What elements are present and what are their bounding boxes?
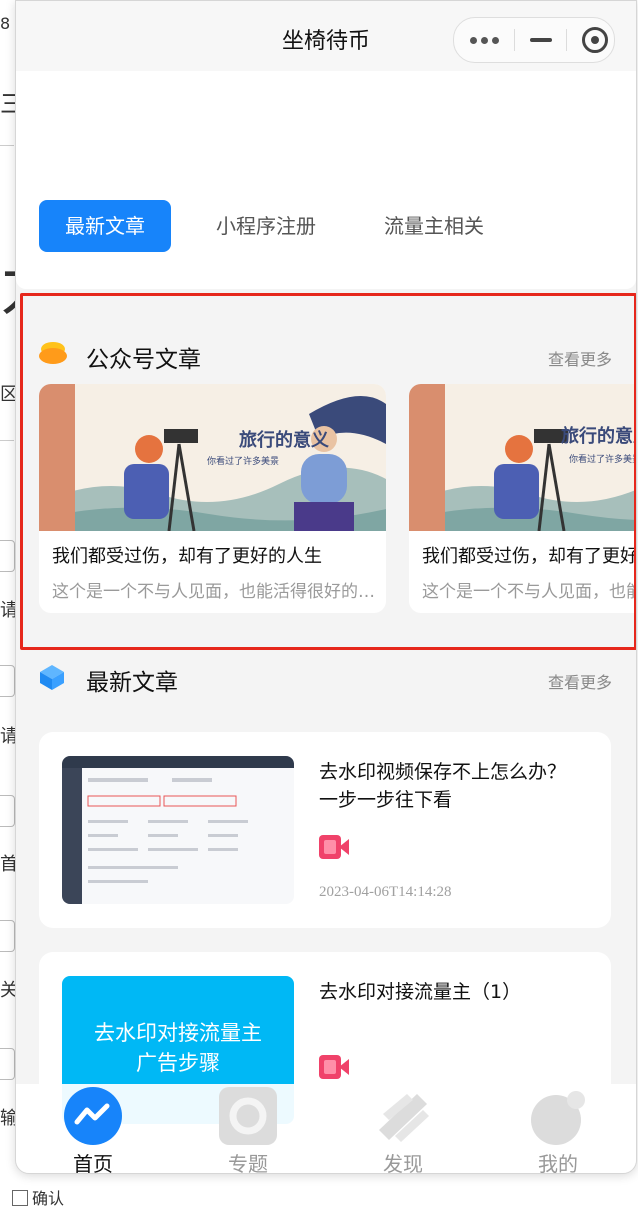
tabbar-label: 专题 (228, 1152, 268, 1174)
minimize-icon[interactable] (530, 38, 552, 42)
discover-icon (379, 1094, 429, 1142)
tabbar-item-topic[interactable]: 专题 (188, 1084, 308, 1173)
video-icon (319, 1055, 349, 1079)
tab-mini-program-register[interactable]: 小程序注册 (196, 200, 336, 252)
tab-latest-articles[interactable]: 最新文章 (39, 200, 171, 252)
more-icon[interactable] (470, 37, 502, 45)
profile-icon (531, 1091, 585, 1145)
bg-divider (0, 440, 14, 441)
capsule-menu (453, 17, 615, 63)
tabbar-item-home[interactable]: 首页 (33, 1084, 153, 1173)
thumbnail-caption: 去水印对接流量主 广告步骤 (94, 1021, 262, 1075)
tab-header: 最新文章 小程序注册 流量主相关 (16, 71, 636, 289)
article-title: 去水印对接流量主（1） (319, 981, 522, 1003)
bg-input (0, 665, 15, 697)
close-target-icon[interactable] (582, 27, 608, 53)
bg-input (0, 1048, 15, 1080)
topic-icon (219, 1087, 277, 1145)
article-title: 去水印视频保存不上怎么办？一步一步往下看 (319, 761, 567, 811)
bottom-tab-bar: 首页 专题 发现 我的 (16, 1084, 636, 1173)
latest-section-title: 最新文章 (86, 670, 178, 696)
bg-input (0, 795, 15, 827)
video-icon (319, 835, 349, 859)
article-thumbnail (62, 756, 294, 904)
bg-divider (0, 145, 14, 146)
bg-input (0, 540, 15, 572)
mini-program-window: 坐椅待币 最新文章 小程序注册 流量主相关 公众号文章 查看更多 旅行的意义 你… (15, 0, 637, 1174)
tabbar-label: 我的 (538, 1152, 578, 1174)
home-icon (64, 1087, 122, 1145)
tabbar-label: 发现 (383, 1152, 423, 1174)
latest-see-more-link[interactable]: 查看更多 (548, 669, 612, 693)
bg-input (0, 920, 15, 952)
box-icon (40, 665, 64, 690)
bg-fragment: 8 (0, 14, 11, 33)
tab-traffic-owner[interactable]: 流量主相关 (364, 200, 504, 252)
tabbar-label: 首页 (73, 1152, 113, 1174)
checkbox-icon (12, 1190, 28, 1206)
tabbar-item-profile[interactable]: 我的 (498, 1084, 618, 1173)
bg-confirm-checkbox[interactable]: 确认 (12, 1185, 64, 1209)
title-bar: 坐椅待币 (16, 1, 636, 71)
screenshot-thumbnail-image (62, 756, 294, 904)
article-item[interactable]: 去水印视频保存不上怎么办？一步一步往下看 2023-04-06T14:14:28 (39, 732, 611, 928)
capsule-divider (514, 29, 515, 51)
capsule-divider (566, 29, 567, 51)
latest-section-header: 最新文章 查看更多 (16, 659, 636, 699)
article-date: 2023-04-06T14:14:28 (319, 884, 452, 900)
highlight-box (20, 293, 636, 650)
tabbar-item-discover[interactable]: 发现 (343, 1084, 463, 1173)
